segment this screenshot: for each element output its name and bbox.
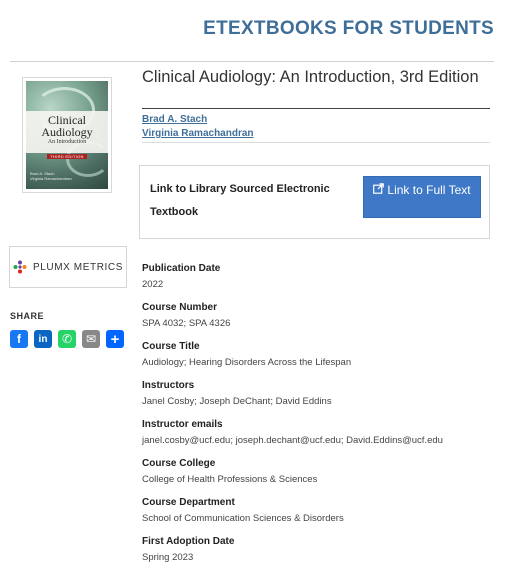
metadata-label: Instructor emails bbox=[142, 419, 223, 430]
whatsapp-icon[interactable]: ✆ bbox=[58, 330, 76, 348]
metadata-field-instructor-emails: Instructor emails janel.cosby@ucf.edu; j… bbox=[142, 418, 492, 457]
metadata-field-course-department: Course Department School of Communicatio… bbox=[142, 496, 492, 535]
metadata-label: Instructors bbox=[142, 380, 195, 391]
cover-title-panel: Clinical Audiology An Introduction THIRD… bbox=[26, 111, 108, 159]
metadata-field-publication-date: Publication Date 2022 bbox=[142, 262, 492, 301]
header-divider bbox=[10, 61, 494, 62]
library-link-box: Link to Library Sourced Electronic Textb… bbox=[139, 165, 490, 239]
metadata-label: Course Department bbox=[142, 497, 235, 508]
metadata-value: 2022 bbox=[142, 279, 164, 290]
metadata-value: College of Health Professions & Sciences bbox=[142, 474, 318, 485]
email-icon[interactable]: ✉ bbox=[82, 330, 100, 348]
book-cover[interactable]: Clinical Audiology An Introduction THIRD… bbox=[22, 77, 112, 193]
author-link[interactable]: Virginia Ramachandran bbox=[142, 128, 254, 139]
external-link-icon bbox=[373, 183, 385, 197]
book-metadata: Publication Date 2022 Course Number SPA … bbox=[142, 262, 492, 574]
plumx-icon bbox=[13, 260, 27, 274]
metadata-field-instructors: Instructors Janel Cosby; Joseph DeChant;… bbox=[142, 379, 492, 418]
metadata-field-course-college: Course College College of Health Profess… bbox=[142, 457, 492, 496]
site-title: ETEXTBOOKS FOR STUDENTS bbox=[203, 18, 494, 39]
plumx-label: PLUMX METRICS bbox=[32, 261, 124, 273]
metadata-value: janel.cosby@ucf.edu; joseph.dechant@ucf.… bbox=[142, 435, 443, 446]
metadata-value: Audiology; Hearing Disorders Across the … bbox=[142, 357, 352, 368]
book-cover-image: Clinical Audiology An Introduction THIRD… bbox=[26, 81, 108, 189]
library-link-label: Link to Library Sourced Electronic Textb… bbox=[150, 183, 330, 218]
metadata-value: Janel Cosby; Joseph DeChant; David Eddin… bbox=[142, 396, 332, 407]
author-link[interactable]: Brad A. Stach bbox=[142, 114, 207, 125]
linkedin-icon[interactable]: in bbox=[34, 330, 52, 348]
metadata-label: First Adoption Date bbox=[142, 536, 235, 547]
metadata-label: Course Title bbox=[142, 341, 200, 352]
cover-edition: THIRD EDITION bbox=[47, 154, 87, 159]
metadata-label: Publication Date bbox=[142, 263, 221, 274]
authors-divider bbox=[142, 142, 490, 143]
cover-title: Clinical Audiology bbox=[41, 113, 93, 139]
metadata-label: Course Number bbox=[142, 302, 218, 313]
full-text-button[interactable]: Link to Full Text bbox=[363, 176, 481, 218]
cover-authors: Brad A. Stach Virginia Ramachandran bbox=[30, 171, 72, 181]
metadata-label: Course College bbox=[142, 458, 216, 469]
metadata-value: Spring 2023 bbox=[142, 552, 194, 563]
book-title: Clinical Audiology: An Introduction, 3rd… bbox=[142, 68, 479, 86]
metadata-field-course-title: Course Title Audiology; Hearing Disorder… bbox=[142, 340, 492, 379]
full-text-button-label: Link to Full Text bbox=[387, 183, 471, 197]
metadata-field-first-adoption-date: First Adoption Date Spring 2023 bbox=[142, 535, 492, 574]
metadata-value: School of Communication Sciences & Disor… bbox=[142, 513, 344, 524]
title-divider bbox=[142, 108, 490, 109]
metadata-field-course-number: Course Number SPA 4032; SPA 4326 bbox=[142, 301, 492, 340]
metadata-value: SPA 4032; SPA 4326 bbox=[142, 318, 231, 329]
more-share-icon[interactable]: + bbox=[106, 330, 124, 348]
facebook-icon[interactable]: f bbox=[10, 330, 28, 348]
share-heading: SHARE bbox=[10, 311, 45, 321]
plumx-metrics-widget[interactable]: PLUMX METRICS bbox=[9, 246, 127, 288]
cover-subtitle: An Introduction bbox=[47, 139, 87, 145]
share-buttons: f in ✆ ✉ + bbox=[10, 330, 124, 348]
